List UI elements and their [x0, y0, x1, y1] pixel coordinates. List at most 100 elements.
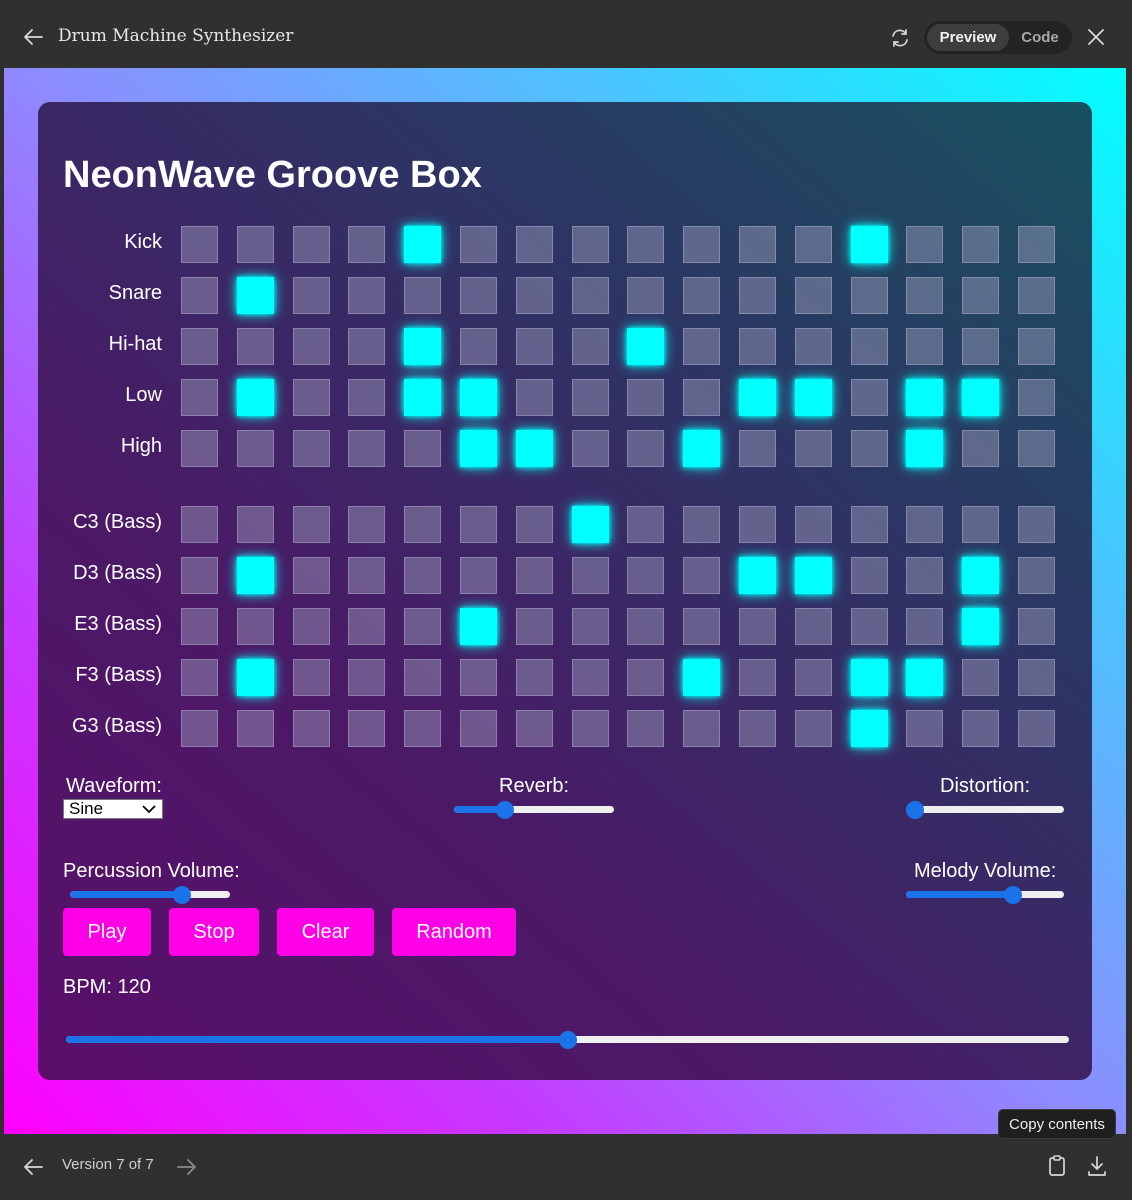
- step-cell[interactable]: [739, 226, 776, 263]
- step-cell[interactable]: [181, 328, 218, 365]
- step-cell[interactable]: [293, 608, 330, 645]
- step-cell[interactable]: [237, 379, 274, 416]
- step-cell[interactable]: [683, 557, 720, 594]
- step-cell[interactable]: [739, 277, 776, 314]
- step-cell[interactable]: [293, 557, 330, 594]
- step-cell[interactable]: [851, 379, 888, 416]
- step-cell[interactable]: [460, 659, 497, 696]
- step-cell[interactable]: [906, 226, 943, 263]
- step-cell[interactable]: [181, 608, 218, 645]
- step-cell[interactable]: [627, 226, 664, 263]
- step-cell[interactable]: [851, 710, 888, 747]
- step-cell[interactable]: [572, 430, 609, 467]
- back-arrow-icon[interactable]: [20, 26, 46, 48]
- step-cell[interactable]: [1018, 710, 1055, 747]
- step-cell[interactable]: [962, 379, 999, 416]
- step-cell[interactable]: [795, 226, 832, 263]
- step-cell[interactable]: [683, 226, 720, 263]
- step-cell[interactable]: [795, 379, 832, 416]
- step-cell[interactable]: [404, 379, 441, 416]
- step-cell[interactable]: [348, 608, 385, 645]
- step-cell[interactable]: [739, 608, 776, 645]
- step-cell[interactable]: [627, 506, 664, 543]
- reverb-slider[interactable]: [454, 801, 614, 819]
- step-cell[interactable]: [1018, 557, 1055, 594]
- step-cell[interactable]: [181, 430, 218, 467]
- step-cell[interactable]: [460, 277, 497, 314]
- step-cell[interactable]: [906, 608, 943, 645]
- step-cell[interactable]: [683, 328, 720, 365]
- step-cell[interactable]: [1018, 608, 1055, 645]
- step-cell[interactable]: [237, 506, 274, 543]
- step-cell[interactable]: [293, 506, 330, 543]
- step-cell[interactable]: [181, 659, 218, 696]
- step-cell[interactable]: [962, 277, 999, 314]
- step-cell[interactable]: [962, 557, 999, 594]
- step-cell[interactable]: [627, 430, 664, 467]
- step-cell[interactable]: [237, 226, 274, 263]
- step-cell[interactable]: [348, 277, 385, 314]
- step-cell[interactable]: [404, 608, 441, 645]
- step-cell[interactable]: [404, 659, 441, 696]
- step-cell[interactable]: [404, 328, 441, 365]
- step-cell[interactable]: [572, 379, 609, 416]
- step-cell[interactable]: [516, 506, 553, 543]
- step-cell[interactable]: [181, 710, 218, 747]
- step-cell[interactable]: [516, 379, 553, 416]
- download-icon[interactable]: [1084, 1153, 1110, 1179]
- preview-tab[interactable]: Preview: [927, 24, 1009, 51]
- step-cell[interactable]: [348, 557, 385, 594]
- step-cell[interactable]: [683, 379, 720, 416]
- step-cell[interactable]: [516, 226, 553, 263]
- melody-volume-slider[interactable]: [906, 886, 1064, 904]
- step-cell[interactable]: [627, 277, 664, 314]
- step-cell[interactable]: [237, 328, 274, 365]
- step-cell[interactable]: [739, 506, 776, 543]
- step-cell[interactable]: [906, 659, 943, 696]
- step-cell[interactable]: [460, 506, 497, 543]
- step-cell[interactable]: [739, 379, 776, 416]
- step-cell[interactable]: [739, 557, 776, 594]
- step-cell[interactable]: [460, 430, 497, 467]
- bpm-slider[interactable]: [66, 1031, 1069, 1049]
- step-cell[interactable]: [962, 608, 999, 645]
- step-cell[interactable]: [795, 608, 832, 645]
- slider-thumb[interactable]: [173, 886, 191, 904]
- step-cell[interactable]: [739, 710, 776, 747]
- step-cell[interactable]: [795, 430, 832, 467]
- step-cell[interactable]: [627, 659, 664, 696]
- step-cell[interactable]: [181, 277, 218, 314]
- previous-version-icon[interactable]: [20, 1156, 46, 1178]
- step-cell[interactable]: [404, 557, 441, 594]
- step-cell[interactable]: [293, 430, 330, 467]
- step-cell[interactable]: [572, 277, 609, 314]
- step-cell[interactable]: [572, 557, 609, 594]
- step-cell[interactable]: [181, 506, 218, 543]
- step-cell[interactable]: [795, 659, 832, 696]
- step-cell[interactable]: [181, 226, 218, 263]
- step-cell[interactable]: [181, 557, 218, 594]
- step-cell[interactable]: [962, 328, 999, 365]
- step-cell[interactable]: [348, 506, 385, 543]
- play-button[interactable]: Play: [63, 908, 151, 956]
- step-cell[interactable]: [851, 659, 888, 696]
- distortion-slider[interactable]: [906, 801, 1064, 819]
- step-cell[interactable]: [293, 710, 330, 747]
- step-cell[interactable]: [627, 379, 664, 416]
- slider-thumb[interactable]: [496, 801, 515, 819]
- step-cell[interactable]: [404, 277, 441, 314]
- step-cell[interactable]: [293, 328, 330, 365]
- step-cell[interactable]: [962, 226, 999, 263]
- clear-button[interactable]: Clear: [277, 908, 374, 956]
- step-cell[interactable]: [572, 506, 609, 543]
- step-cell[interactable]: [851, 328, 888, 365]
- step-cell[interactable]: [404, 430, 441, 467]
- step-cell[interactable]: [795, 328, 832, 365]
- step-cell[interactable]: [739, 328, 776, 365]
- step-cell[interactable]: [460, 379, 497, 416]
- step-cell[interactable]: [237, 557, 274, 594]
- waveform-select[interactable]: Sine: [63, 799, 163, 819]
- step-cell[interactable]: [237, 430, 274, 467]
- step-cell[interactable]: [906, 379, 943, 416]
- step-cell[interactable]: [962, 430, 999, 467]
